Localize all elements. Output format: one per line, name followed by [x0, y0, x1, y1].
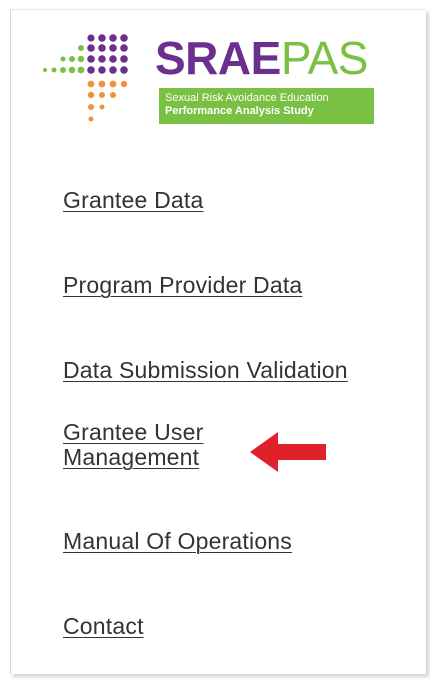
red-left-arrow-icon [250, 432, 326, 472]
nav-link-grantee-data[interactable]: Grantee Data [63, 188, 203, 213]
brand-wordmark: SRAEPAS [155, 33, 368, 83]
brand-tagline-box: Sexual Risk Avoidance Education Performa… [159, 88, 374, 124]
nav-link-data-submission-validation[interactable]: Data Submission Validation [63, 358, 348, 383]
brand-wordmark-srae: SRAE [155, 32, 281, 84]
srae-pas-logo[interactable]: SRAEPAS Sexual Risk Avoidance Education … [41, 28, 386, 138]
dot-grid-logo-mark [43, 34, 128, 122]
brand-tagline-line2: Performance Analysis Study [165, 105, 314, 117]
nav-link-manual-of-operations[interactable]: Manual Of Operations [63, 529, 292, 554]
brand-wordmark-pas: PAS [280, 32, 369, 84]
nav-link-contact[interactable]: Contact [63, 614, 144, 639]
brand-tagline-line1: Sexual Risk Avoidance Education [165, 92, 329, 104]
navigation-panel: SRAEPAS Sexual Risk Avoidance Education … [10, 9, 426, 674]
nav-link-program-provider-data[interactable]: Program Provider Data [63, 273, 302, 298]
nav-link-grantee-user-management[interactable]: Grantee User Management [63, 420, 243, 470]
